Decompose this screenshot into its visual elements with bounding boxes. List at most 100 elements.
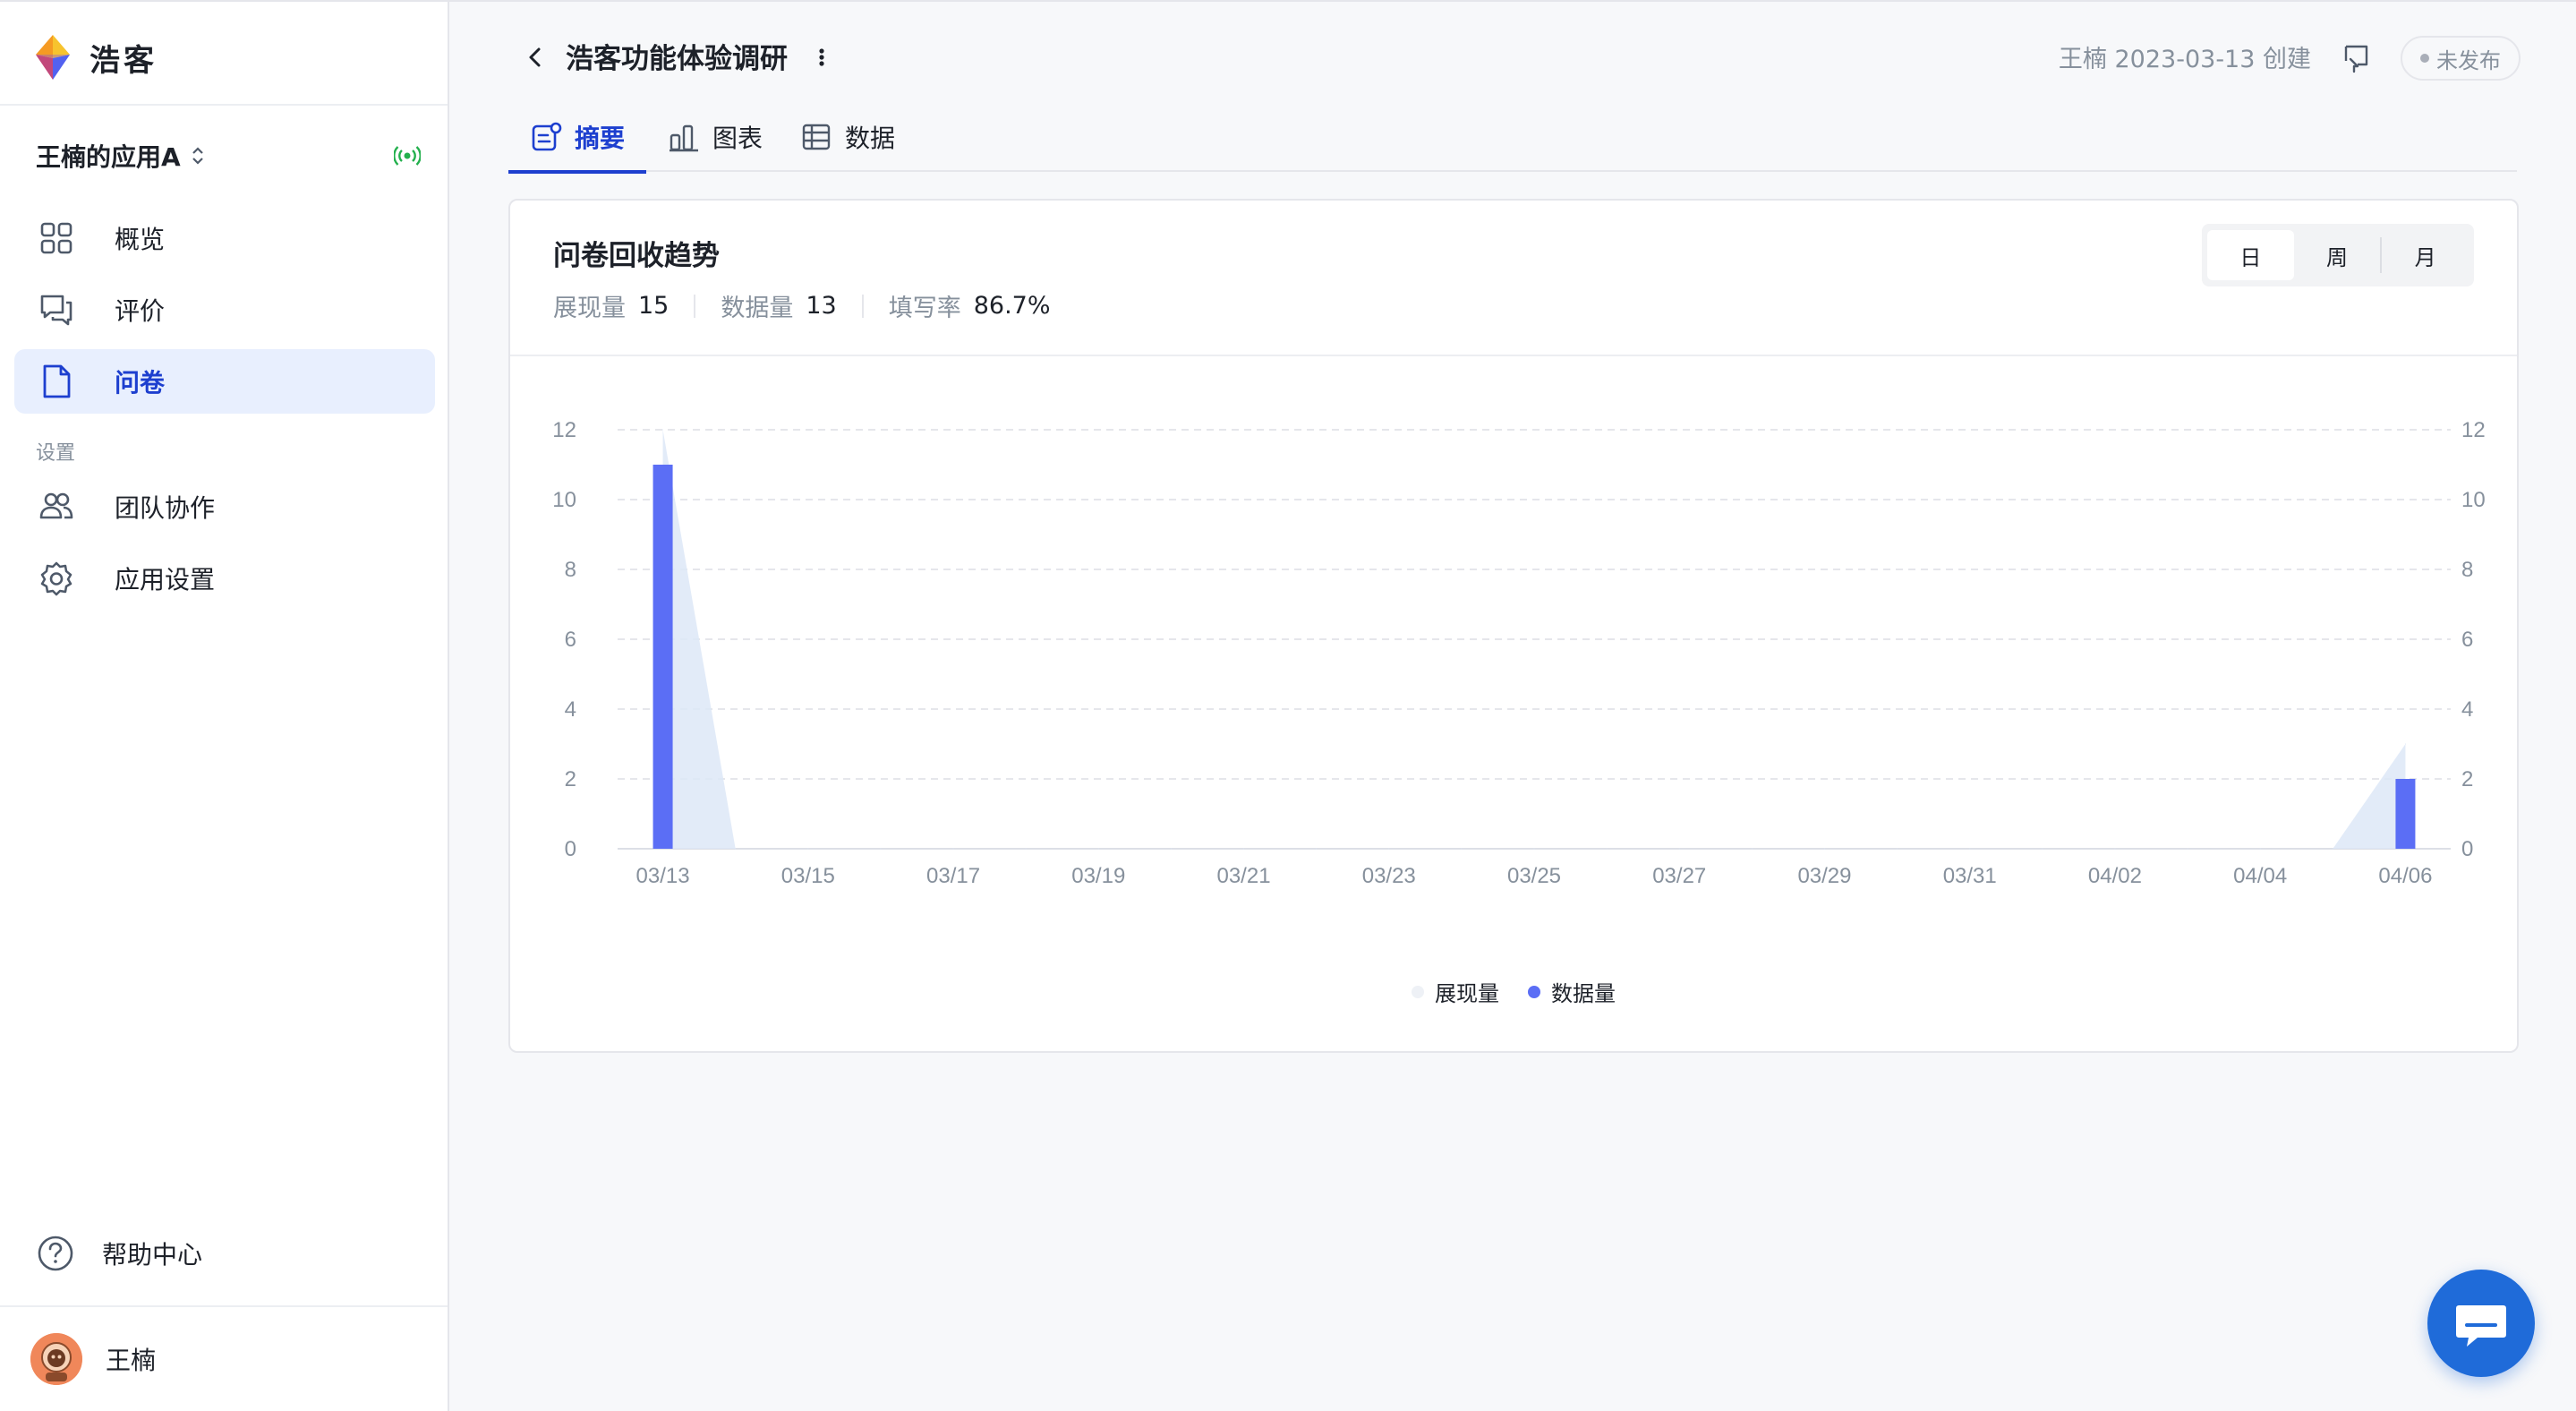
y-tick-label-right: 4	[2461, 697, 2473, 722]
brand[interactable]: 浩客	[27, 29, 158, 86]
status-text: 未发布	[2436, 47, 2501, 73]
tab-charts[interactable]: 图表	[668, 102, 763, 172]
x-tick-label: 03/21	[1216, 864, 1270, 888]
area-point	[662, 429, 664, 431]
app-name: 王楠的应用A	[36, 142, 181, 172]
y-tick-label-left: 6	[565, 628, 576, 652]
app-switcher[interactable]: 王楠的应用A	[36, 136, 421, 175]
y-tick-label-left: 8	[565, 558, 576, 582]
astronaut-avatar-icon	[30, 1333, 82, 1385]
x-tick-label: 03/31	[1943, 864, 1997, 888]
sidebar-item-survey[interactable]: 问卷	[14, 349, 435, 414]
legend-item-responses[interactable]: 数据量	[1528, 976, 1616, 1007]
status-dot	[2420, 54, 2429, 63]
area-point	[1025, 848, 1027, 850]
stat-divider	[694, 294, 696, 318]
copy-link-icon[interactable]	[2338, 41, 2374, 77]
user-name: 王楠	[106, 1346, 157, 1375]
page-header: 浩客功能体验调研 王楠 2023-03-13 创建 未发布 摘要 图表 数据	[449, 0, 2576, 174]
y-tick-label-right: 6	[2461, 628, 2473, 652]
tab-summary[interactable]: 摘要	[508, 102, 647, 174]
back-arrow-icon[interactable]	[521, 41, 550, 73]
x-tick-label: 03/13	[636, 864, 690, 888]
x-tick-label: 03/15	[781, 864, 835, 888]
data-bar	[653, 465, 673, 849]
area-point	[1533, 848, 1535, 850]
y-tick-label-right: 10	[2461, 488, 2486, 512]
x-tick-label: 03/27	[1652, 864, 1706, 888]
y-tick-label-left: 10	[552, 488, 576, 512]
area-point	[1170, 848, 1172, 850]
status-badge: 未发布	[2401, 36, 2521, 81]
more-vertical-icon[interactable]	[815, 41, 829, 73]
stat-value: 15	[638, 292, 670, 320]
page-title: 浩客功能体验调研	[566, 43, 788, 75]
chat-support-button[interactable]	[2427, 1270, 2535, 1377]
x-tick-label: 03/23	[1362, 864, 1416, 888]
tab-label: 数据	[845, 124, 896, 153]
settings-section-label: 设置	[36, 442, 76, 465]
active-tab-indicator	[508, 170, 647, 174]
area-point	[1678, 848, 1680, 850]
area-point	[735, 848, 737, 850]
area-point	[1461, 848, 1463, 850]
area-point	[880, 848, 882, 850]
table-icon	[802, 124, 831, 150]
question-icon	[38, 1236, 73, 1271]
x-tick-label: 03/25	[1507, 864, 1561, 888]
sidebar-item-team[interactable]: 团队协作	[14, 475, 435, 539]
y-tick-label-left: 0	[565, 837, 576, 861]
trend-chart: 0 0 2 2 4 4 6 6 8 8 10 10 12 12 03/13 03/15 03/17 03/19 03…	[552, 418, 2486, 888]
legend-label: 展现量	[1435, 981, 1499, 1006]
sidebar-item-reviews[interactable]: 评价	[14, 278, 435, 342]
tab-label: 摘要	[575, 124, 626, 153]
gear-icon	[40, 561, 73, 596]
area-point	[807, 848, 809, 850]
area-point	[2042, 848, 2043, 850]
granularity-week-button[interactable]: 周	[2294, 230, 2381, 280]
y-tick-label-right: 0	[2461, 837, 2473, 861]
area-point	[2259, 848, 2261, 850]
chevron-updown-icon	[192, 147, 203, 165]
legend-label: 数据量	[1551, 981, 1616, 1006]
stat-value: 86.7%	[973, 292, 1051, 320]
stat-value: 13	[806, 292, 837, 320]
granularity-day-button[interactable]: 日	[2207, 230, 2294, 280]
legend-swatch	[1528, 985, 1540, 998]
area-point	[1751, 848, 1753, 850]
y-tick-label-right: 12	[2461, 418, 2486, 442]
sidebar-item-overview[interactable]: 概览	[14, 206, 435, 270]
area-point	[1606, 848, 1608, 850]
area-point	[1897, 848, 1898, 850]
creator-info: 王楠 2023-03-13 创建	[2058, 46, 2311, 73]
area-point	[1969, 848, 1971, 850]
y-tick-label-right: 2	[2461, 767, 2473, 791]
avatar	[30, 1333, 82, 1385]
legend-swatch	[1412, 985, 1424, 998]
sidebar-item-app-settings[interactable]: 应用设置	[14, 546, 435, 611]
legend-item-views[interactable]: 展现量	[1412, 976, 1499, 1007]
summary-icon	[532, 122, 562, 151]
stats-row: 展现量 15 数据量 13 填写率 86.7%	[553, 288, 1051, 323]
user-profile[interactable]: 王楠	[30, 1332, 156, 1386]
x-tick-label: 03/17	[926, 864, 980, 888]
y-tick-label-left: 12	[552, 418, 576, 442]
sidebar-item-label: 评价	[115, 296, 166, 326]
chart-legend: 展现量 数据量	[510, 976, 2517, 1007]
y-tick-label-left: 4	[565, 697, 576, 722]
granularity-month-button[interactable]: 月	[2382, 230, 2469, 280]
sidebar-item-label: 团队协作	[115, 493, 216, 523]
help-center-link[interactable]: 帮助中心	[36, 1232, 202, 1275]
sidebar-item-label: 问卷	[115, 368, 166, 398]
brand-logo-icon	[36, 35, 70, 80]
grid-icon	[40, 222, 73, 254]
help-center-label: 帮助中心	[102, 1240, 203, 1270]
area-point	[1388, 848, 1390, 850]
x-tick-label: 04/02	[2088, 864, 2142, 888]
card-title: 问卷回收趋势	[553, 240, 720, 272]
tab-data[interactable]: 数据	[800, 102, 895, 172]
tab-label: 图表	[712, 124, 763, 153]
stat-label: 填写率	[888, 295, 961, 322]
stat-label: 数据量	[721, 295, 794, 322]
area-point	[1823, 848, 1825, 850]
